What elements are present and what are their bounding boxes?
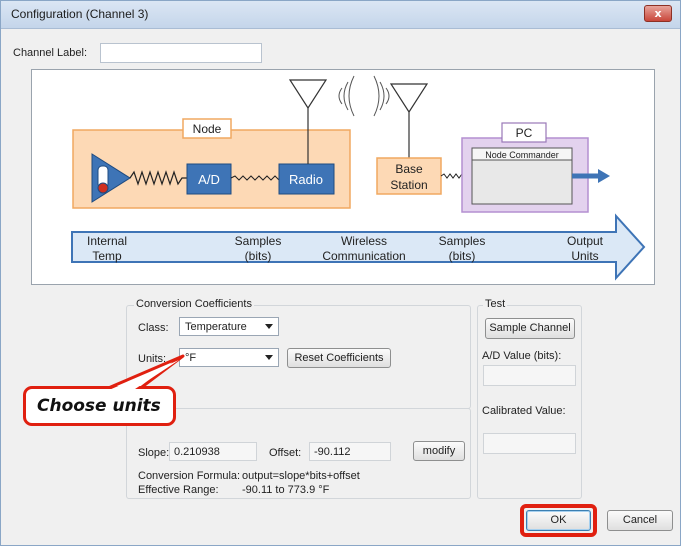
radio-label: Radio — [289, 172, 323, 187]
base-antenna-icon — [389, 83, 429, 114]
ad-value-label: A/D Value (bits): — [482, 350, 562, 362]
units-select-value: °F — [185, 352, 197, 364]
wireless-wave-icon — [343, 81, 349, 111]
channel-label-input[interactable] — [100, 43, 262, 63]
diagram-graphic: Node A/D Radio Base Station PC Node Comm… — [71, 75, 646, 281]
calibrated-value-field — [483, 433, 576, 454]
modify-button[interactable]: modify — [413, 441, 465, 461]
base-station-label-line1: Base — [395, 162, 423, 176]
test-group-label: Test — [483, 298, 508, 310]
node-commander-label: Node Commander — [485, 150, 559, 160]
class-select[interactable]: Temperature — [179, 317, 279, 336]
ad-value-field — [483, 365, 576, 386]
conversion-formula-value: output=slope*bits+offset — [242, 470, 360, 482]
class-label: Class: — [138, 322, 169, 334]
class-select-value: Temperature — [185, 321, 247, 333]
signal-flow-diagram: Node A/D Radio Base Station PC Node Comm… — [31, 69, 655, 285]
wireless-wave-icon — [373, 75, 380, 117]
flow-label-line1: Wireless — [341, 234, 387, 248]
flow-label-line2: (bits) — [245, 249, 272, 263]
chevron-down-icon — [265, 355, 273, 360]
node-antenna-icon — [288, 79, 328, 110]
window-title: Configuration (Channel 3) — [11, 7, 149, 21]
channel-label-text: Channel Label: — [13, 47, 88, 59]
conversion-formula-label: Conversion Formula: — [138, 470, 241, 482]
slope-label: Slope: — [138, 447, 170, 459]
conversion-group-label: Conversion Coefficients — [134, 298, 254, 310]
flow-label-line2: Communication — [322, 249, 405, 263]
offset-value: -90.112 — [314, 446, 351, 458]
base-station-label-line2: Station — [390, 178, 427, 192]
wireless-wave-icon — [379, 81, 385, 111]
flow-label-line2: (bits) — [449, 249, 476, 263]
pc-label: PC — [516, 126, 533, 140]
effective-range-label: Effective Range: — [138, 484, 219, 496]
node-label: Node — [193, 122, 222, 136]
flow-label-line2: Temp — [92, 249, 122, 263]
wireless-wave-icon — [385, 87, 390, 105]
wireless-wave-icon — [338, 87, 343, 105]
offset-label: Offset: — [269, 447, 302, 459]
flow-label-line2: Units — [571, 249, 598, 263]
offset-field: -90.112 — [309, 442, 391, 461]
thermometer-bulb-icon — [97, 182, 109, 194]
flow-label-line1: Samples — [439, 234, 486, 248]
cancel-button[interactable]: Cancel — [607, 510, 673, 531]
wireless-wave-icon — [348, 75, 355, 117]
slope-value: 0.210938 — [174, 446, 220, 458]
close-button[interactable]: x — [644, 5, 672, 22]
sample-channel-button[interactable]: Sample Channel — [485, 318, 575, 339]
units-select[interactable]: °F — [179, 348, 279, 367]
configuration-dialog: Configuration (Channel 3) x Channel Labe… — [0, 0, 681, 546]
calibrated-value-label: Calibrated Value: — [482, 405, 566, 417]
output-arrow-icon — [598, 169, 610, 183]
chevron-down-icon — [265, 324, 273, 329]
flow-label-line1: Samples — [235, 234, 282, 248]
slope-field: 0.210938 — [169, 442, 257, 461]
callout-text: Choose units — [37, 396, 161, 416]
flow-label-line1: Internal — [87, 234, 127, 248]
effective-range-value: -90.11 to 773.9 °F — [242, 484, 330, 496]
reset-coefficients-button[interactable]: Reset Coefficients — [287, 348, 391, 368]
title-bar: Configuration (Channel 3) x — [1, 1, 680, 29]
ad-label: A/D — [198, 172, 220, 187]
units-label: Units: — [138, 353, 167, 365]
flow-label-line1: Output — [567, 234, 604, 248]
ok-button-highlight — [520, 504, 597, 537]
